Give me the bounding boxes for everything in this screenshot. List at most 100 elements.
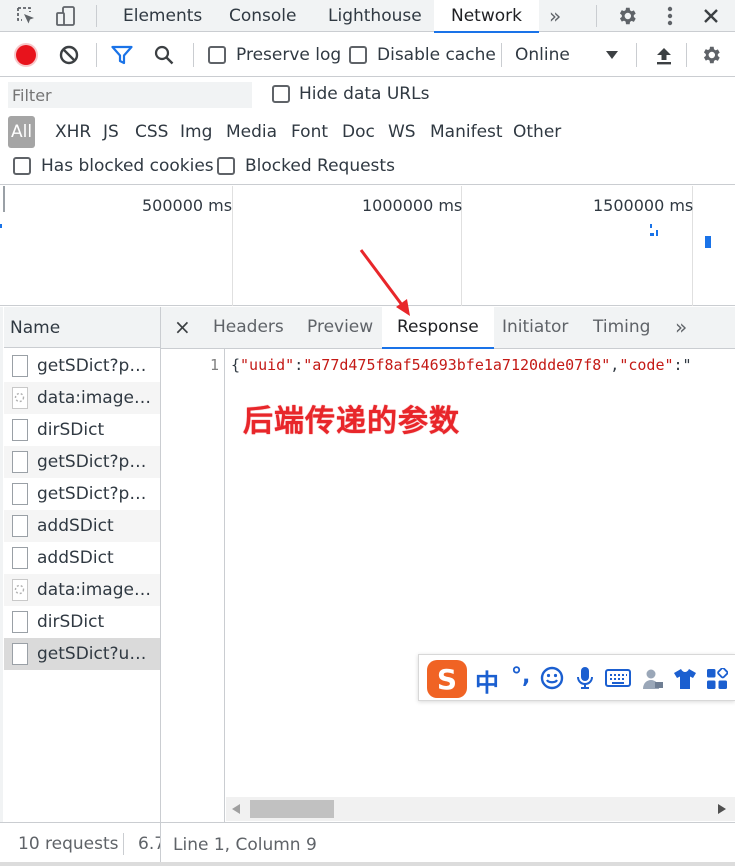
close-detail-button[interactable]: ×: [174, 306, 191, 348]
request-name: getSDict?uui...: [37, 644, 155, 664]
cursor-position: Line 1, Column 9: [173, 835, 317, 855]
horizontal-scrollbar[interactable]: [226, 797, 735, 821]
timeline-activity-mark: [650, 224, 652, 228]
skin-tshirt-icon[interactable]: [672, 666, 698, 692]
request-name: getSDict?par...: [37, 484, 155, 504]
timeline-tick-label: 1000000 ms: [362, 196, 463, 215]
type-filter-doc[interactable]: Doc: [342, 118, 375, 146]
network-toolbar: Preserve log Disable cache Online: [0, 33, 735, 77]
scrollbar-thumb[interactable]: [250, 800, 334, 818]
type-filter-media[interactable]: Media: [226, 118, 277, 146]
record-dot-icon: [16, 45, 36, 65]
request-row[interactable]: getSDict?uui...: [4, 638, 160, 670]
scroll-left-icon[interactable]: [230, 803, 242, 815]
type-filter-img[interactable]: Img: [180, 118, 212, 146]
has-blocked-cookies-checkbox[interactable]: [13, 157, 31, 175]
request-row[interactable]: dirSDict: [4, 606, 160, 638]
json-key: "uuid": [240, 356, 295, 374]
request-row[interactable]: getSDict?par...: [4, 446, 160, 478]
annotation-text: 后端传递的参数: [243, 404, 460, 439]
emoji-smiley-icon[interactable]: [539, 665, 565, 691]
close-devtools-icon[interactable]: [698, 3, 724, 29]
more-detail-tabs-button[interactable]: »: [675, 306, 687, 348]
search-icon[interactable]: [152, 43, 176, 67]
type-filter-other[interactable]: Other: [513, 118, 561, 146]
ime-mode-chinese[interactable]: 中: [475, 663, 499, 698]
tab-elements[interactable]: Elements: [123, 0, 202, 32]
document-file-icon: [12, 643, 28, 665]
tab-network[interactable]: Network: [434, 0, 539, 33]
timeline-activity-mark: [656, 230, 658, 236]
import-har-icon[interactable]: [652, 43, 676, 67]
ime-punctuation[interactable]: °,: [511, 664, 530, 689]
request-row[interactable]: dirSDict: [4, 414, 160, 446]
request-row[interactable]: data:image/...: [4, 382, 160, 414]
name-column-header[interactable]: Name: [10, 318, 60, 338]
type-filter-font[interactable]: Font: [291, 118, 328, 146]
blocked-requests-checkbox[interactable]: [217, 157, 235, 175]
document-file-icon: [12, 483, 28, 505]
tab-initiator[interactable]: Initiator: [502, 306, 568, 348]
request-row[interactable]: getSDict?par...: [4, 478, 160, 510]
line-number: 1: [209, 356, 219, 374]
preserve-log-label: Preserve log: [236, 45, 342, 65]
devtools-tabbar: Elements Console Lighthouse Network »: [0, 0, 735, 33]
tab-console[interactable]: Console: [229, 0, 297, 32]
sogou-logo-letter: S: [436, 662, 458, 696]
device-toolbar-icon[interactable]: [54, 4, 78, 28]
filter-funnel-icon[interactable]: [110, 43, 134, 67]
type-filter-xhr[interactable]: XHR: [55, 118, 91, 146]
request-name: dirSDict: [37, 612, 105, 632]
hide-data-urls-label: Hide data URLs: [299, 84, 430, 104]
request-row[interactable]: addSDict: [4, 510, 160, 542]
dropdown-arrow-icon[interactable]: [602, 47, 622, 63]
request-name: data:image/...: [37, 388, 155, 408]
preserve-log-checkbox[interactable]: [208, 46, 226, 64]
tab-lighthouse[interactable]: Lighthouse: [328, 0, 422, 32]
microphone-icon[interactable]: [574, 665, 596, 691]
image-file-icon: [12, 579, 28, 601]
clear-log-icon[interactable]: [57, 43, 81, 67]
timeline-tick-label: 500000 ms: [142, 196, 233, 215]
request-row[interactable]: data:image/...: [4, 574, 160, 606]
requests-count: 10 requests: [18, 834, 119, 854]
filter-area: Hide data URLs All XHR JS CSS Img Media …: [0, 78, 735, 185]
requests-header: Name: [4, 307, 160, 348]
throttling-select[interactable]: Online: [515, 45, 570, 65]
request-row[interactable]: getSDict?par...: [4, 350, 160, 382]
timeline-tick-label: 1500000 ms: [593, 196, 694, 215]
request-name: getSDict?par...: [37, 356, 155, 376]
document-file-icon: [12, 611, 28, 633]
record-button[interactable]: [14, 43, 38, 67]
document-file-icon: [12, 515, 28, 537]
type-filter-all[interactable]: All: [8, 116, 36, 148]
request-row[interactable]: addSDict: [4, 542, 160, 574]
more-options-icon[interactable]: [658, 3, 682, 29]
network-settings-gear-icon[interactable]: [698, 42, 724, 68]
disable-cache-checkbox[interactable]: [349, 46, 367, 64]
keyboard-icon[interactable]: [605, 667, 631, 689]
type-filter-css[interactable]: CSS: [135, 118, 168, 146]
tab-timing[interactable]: Timing: [593, 306, 650, 348]
hide-data-urls-checkbox[interactable]: [272, 85, 290, 103]
type-filter-js[interactable]: JS: [103, 118, 119, 146]
sogou-logo-icon[interactable]: S: [427, 660, 467, 698]
scroll-right-icon[interactable]: [716, 803, 728, 815]
user-account-icon[interactable]: [641, 666, 665, 692]
code-punct: {: [231, 356, 241, 374]
type-filter-ws[interactable]: WS: [388, 118, 416, 146]
tab-headers[interactable]: Headers: [213, 306, 284, 348]
more-tabs-button[interactable]: »: [549, 0, 561, 32]
json-value: "a77d475f8af54693bfe1a7120dde07f8": [303, 356, 611, 374]
json-key: "code": [619, 356, 674, 374]
requests-panel: Name getSDict?par... data:image/... dirSDi…: [0, 307, 161, 866]
settings-gear-icon[interactable]: [614, 3, 640, 29]
type-filter-manifest[interactable]: Manifest: [430, 118, 503, 146]
filter-input[interactable]: [8, 82, 252, 108]
ime-toolbar[interactable]: S 中 °,: [418, 654, 735, 701]
line-gutter: [161, 349, 225, 823]
toolbox-grid-icon[interactable]: [705, 667, 729, 691]
blocked-requests-label: Blocked Requests: [245, 156, 395, 176]
requests-summary-bar: 10 requests 6.7: [0, 822, 161, 866]
inspect-element-icon[interactable]: [14, 4, 38, 28]
